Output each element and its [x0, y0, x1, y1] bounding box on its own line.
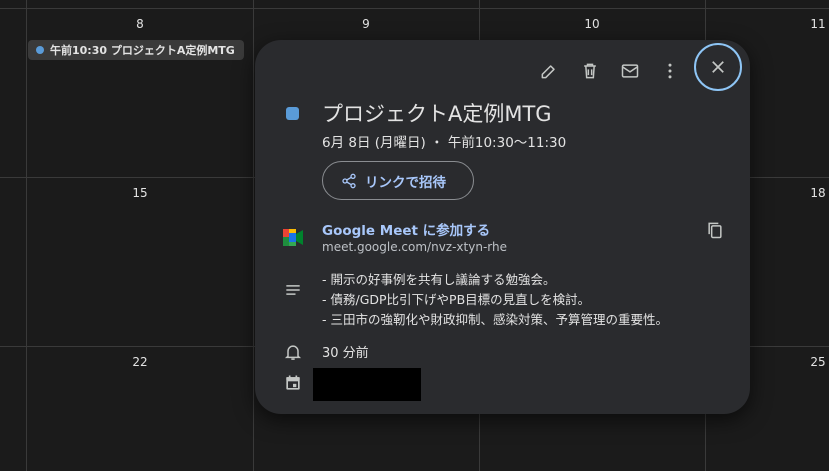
day-number[interactable]: 8 [125, 17, 155, 31]
mail-icon [621, 64, 639, 78]
event-date-time: 6月 8日 (月曜日) ・ 午前10:30～11:30 [322, 135, 567, 151]
grid-line [0, 8, 829, 9]
notes-icon [283, 280, 303, 304]
more-options-button[interactable] [653, 54, 687, 88]
delete-button[interactable] [573, 54, 607, 88]
event-color-square [286, 107, 299, 120]
grid-line [26, 0, 27, 471]
description-line: - 債務/GDP比引下げやPB目標の見直しを検討。 [322, 292, 591, 307]
close-icon [712, 61, 724, 73]
meet-url: meet.google.com/nvz-xtyn-rhe [322, 240, 507, 254]
description-line: - 三田市の強靭化や財政抑制、感染対策、予算管理の重要性。 [322, 312, 668, 327]
day-number[interactable]: 15 [125, 186, 155, 200]
description-line: - 開示の好事例を共有し議論する勉強会。 [322, 272, 556, 287]
event-color-dot [36, 46, 44, 54]
edit-button[interactable] [532, 54, 566, 88]
bell-icon [283, 342, 303, 366]
day-number[interactable]: 9 [351, 17, 381, 31]
day-number[interactable]: 18 [803, 186, 829, 200]
grid-line [253, 0, 254, 471]
day-number[interactable]: 10 [577, 17, 607, 31]
event-title: プロジェクトA定例MTG [322, 102, 552, 126]
copy-button[interactable] [705, 220, 725, 244]
email-guests-button[interactable] [613, 54, 647, 88]
day-number[interactable]: 22 [125, 355, 155, 369]
join-meet-link[interactable]: Google Meet に参加する [322, 219, 490, 239]
close-button[interactable] [694, 43, 742, 91]
invite-label: リンクで招待 [365, 174, 446, 191]
day-number[interactable]: 11 [803, 17, 829, 31]
reminder-text: 30 分前 [322, 346, 369, 361]
event-chip-label: 午前10:30 プロジェクトA定例MTG [50, 44, 235, 57]
day-number[interactable]: 25 [803, 355, 829, 369]
pencil-icon [541, 65, 555, 79]
copy-icon [708, 222, 722, 239]
event-chip[interactable]: 午前10:30 プロジェクトA定例MTG [28, 40, 244, 60]
redacted-calendar-name [313, 368, 421, 401]
more-vert-icon [668, 63, 672, 79]
google-meet-icon [283, 229, 303, 250]
share-icon [342, 173, 356, 188]
calendar-icon [283, 373, 303, 397]
event-description: - 開示の好事例を共有し議論する勉強会。 - 債務/GDP比引下げやPB目標の見… [322, 270, 668, 330]
invite-via-link-button[interactable]: リンクで招待 [322, 161, 474, 200]
trash-icon [584, 63, 596, 79]
event-detail-popup: プロジェクトA定例MTG 6月 8日 (月曜日) ・ 午前10:30～11:30… [255, 40, 750, 414]
